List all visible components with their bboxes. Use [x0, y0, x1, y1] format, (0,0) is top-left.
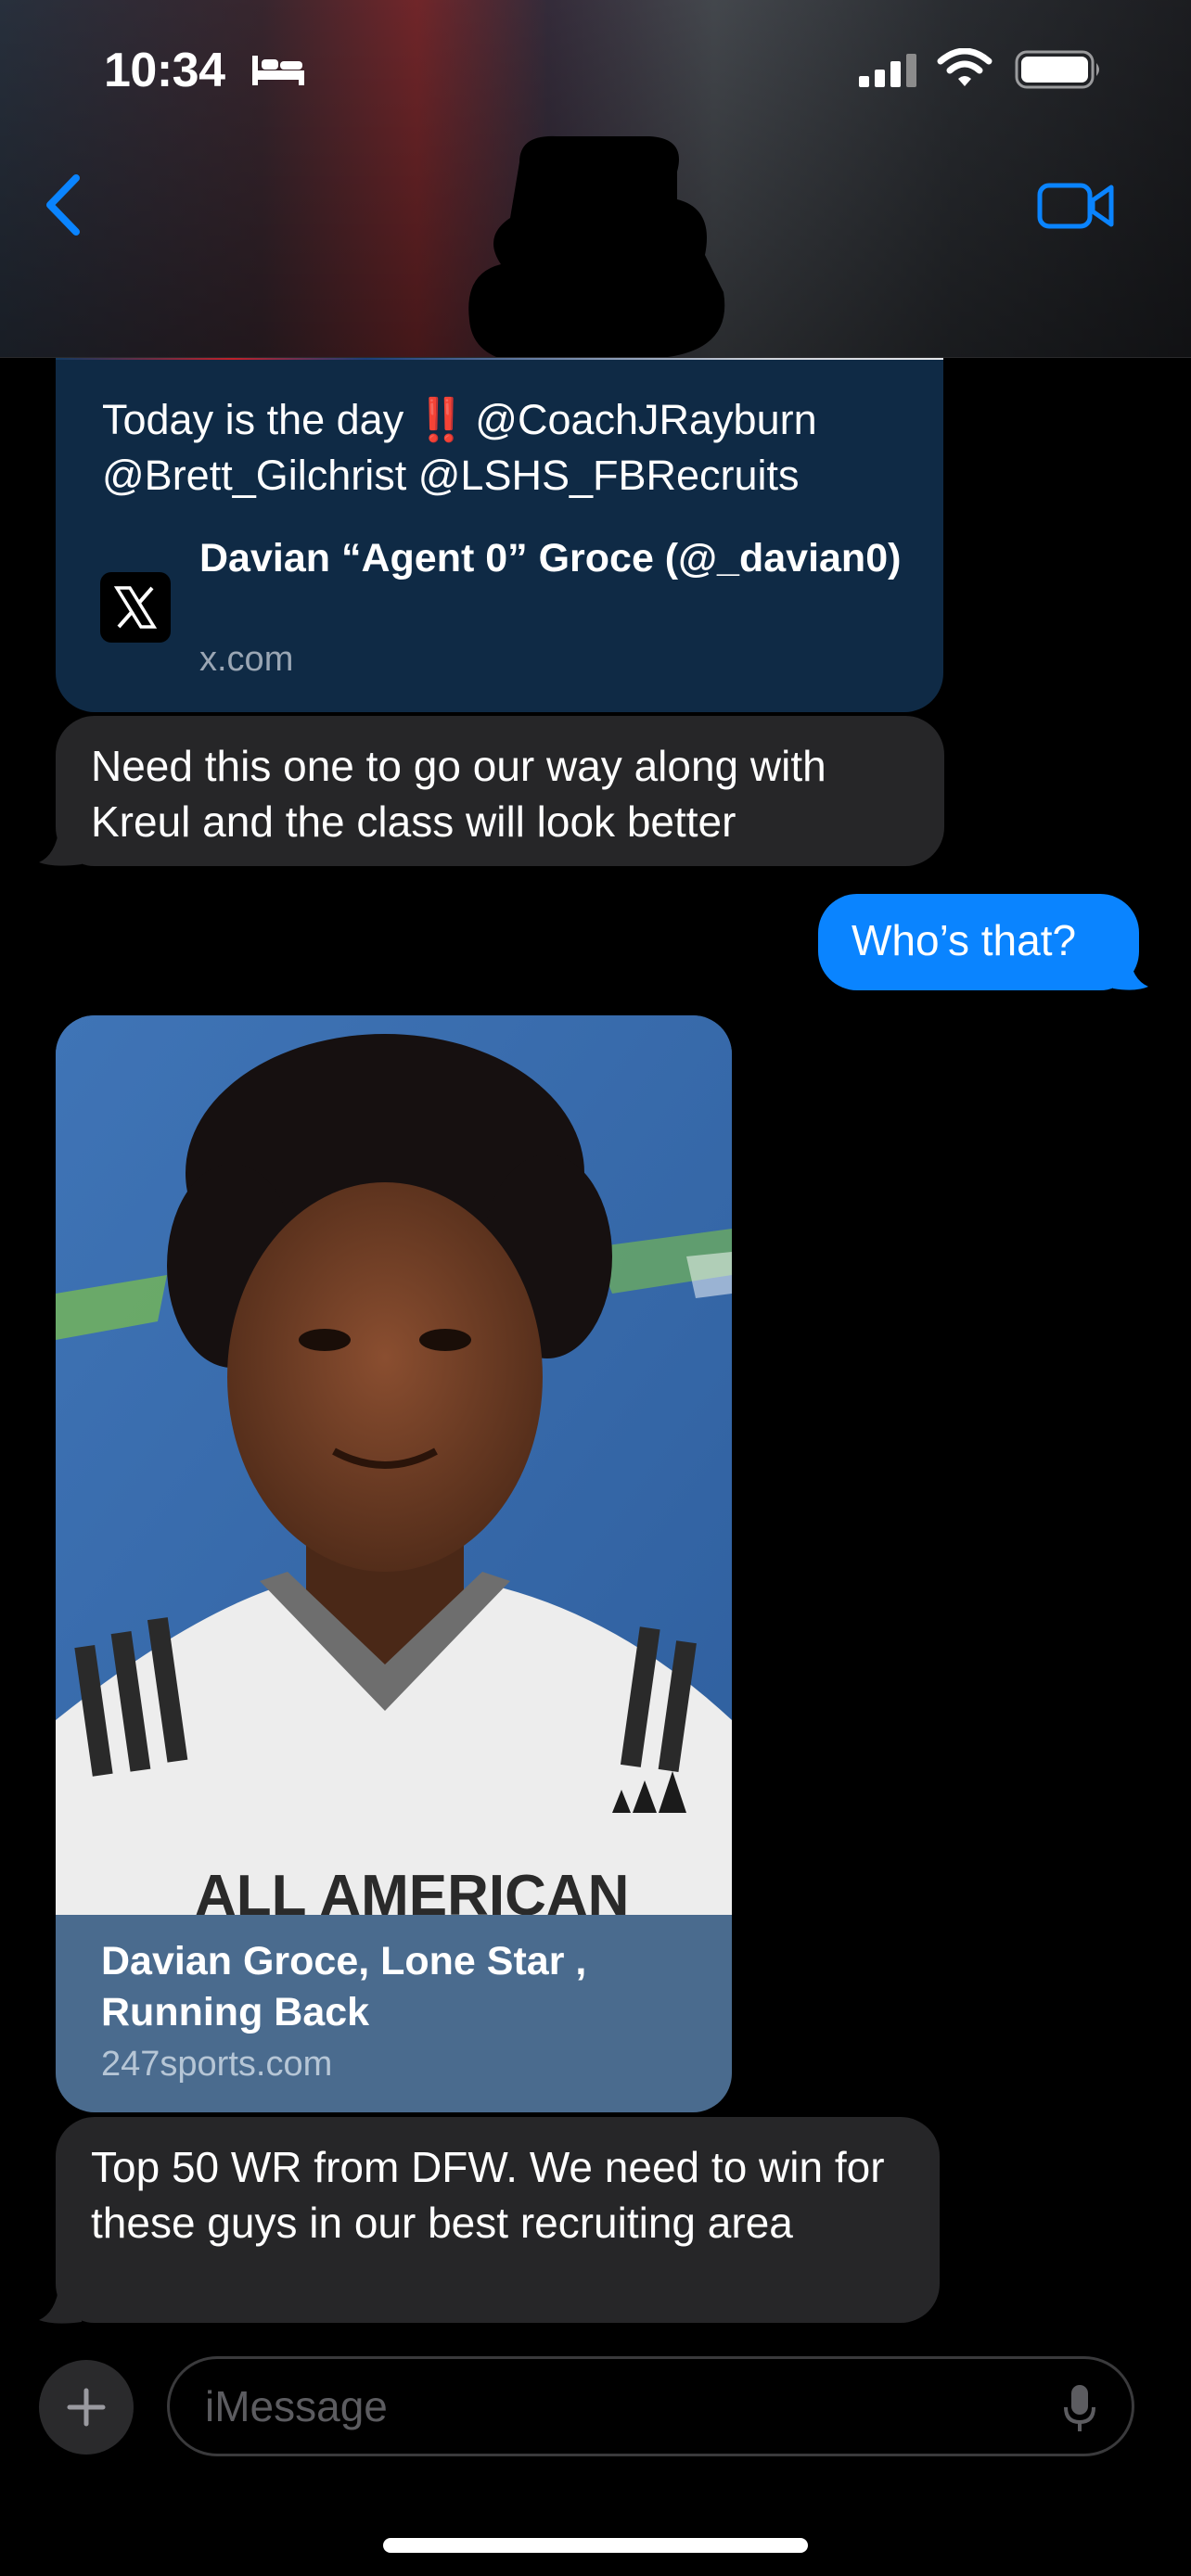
- message-text: Need this one to go our way along with K…: [91, 742, 826, 846]
- plus-icon: [67, 2388, 106, 2427]
- incoming-message-bubble[interactable]: Need this one to go our way along with K…: [56, 716, 944, 866]
- outgoing-message-bubble[interactable]: Who’s that?: [818, 894, 1139, 990]
- x-logo-icon: [100, 572, 171, 643]
- player-photo: ALL AMERICAN: [56, 1015, 732, 1915]
- back-chevron-icon[interactable]: [37, 172, 93, 237]
- conversation-header: 10:34: [0, 0, 1191, 358]
- link-title: Davian Groce, Lone Star , Running Back: [101, 1939, 587, 2034]
- input-placeholder: iMessage: [205, 2382, 388, 2430]
- link-domain: x.com: [199, 640, 294, 679]
- message-thread[interactable]: Today is the day ‼️ @CoachJRayburn @Bret…: [0, 0, 1191, 2576]
- tweet-text-pre: Today is the day: [102, 396, 404, 443]
- sleep-focus-bed-icon: [252, 56, 304, 85]
- tweet-text: Today is the day ‼️ @CoachJRayburn @Bret…: [102, 392, 918, 504]
- svg-text:ALL AMERICAN: ALL AMERICAN: [195, 1864, 629, 1915]
- facetime-video-icon[interactable]: [1037, 180, 1115, 232]
- link-preview-tweet[interactable]: Today is the day ‼️ @CoachJRayburn @Bret…: [56, 315, 943, 712]
- link-domain: 247sports.com: [101, 2045, 333, 2084]
- home-indicator[interactable]: [383, 2538, 808, 2553]
- link-title: Davian “Agent 0” Groce (@_davian0): [199, 536, 902, 580]
- bubble-tail: [39, 2285, 82, 2324]
- contact-avatar[interactable]: [464, 134, 733, 358]
- wifi-icon: [937, 48, 992, 86]
- double-exclamation-icon: ‼️: [415, 396, 467, 443]
- imessage-input[interactable]: iMessage: [167, 2356, 1134, 2456]
- message-text: Top 50 WR from DFW. We need to win for t…: [91, 2143, 885, 2247]
- battery-icon: [1015, 50, 1099, 89]
- incoming-message-bubble[interactable]: Top 50 WR from DFW. We need to win for t…: [56, 2117, 940, 2323]
- microphone-icon[interactable]: [1063, 2383, 1096, 2433]
- bubble-tail: [1113, 955, 1148, 990]
- apps-plus-button[interactable]: [39, 2360, 134, 2455]
- message-text: Who’s that?: [852, 916, 1077, 964]
- cellular-signal-icon: [859, 54, 916, 87]
- status-time: 10:34: [104, 44, 225, 97]
- bubble-tail: [39, 827, 82, 866]
